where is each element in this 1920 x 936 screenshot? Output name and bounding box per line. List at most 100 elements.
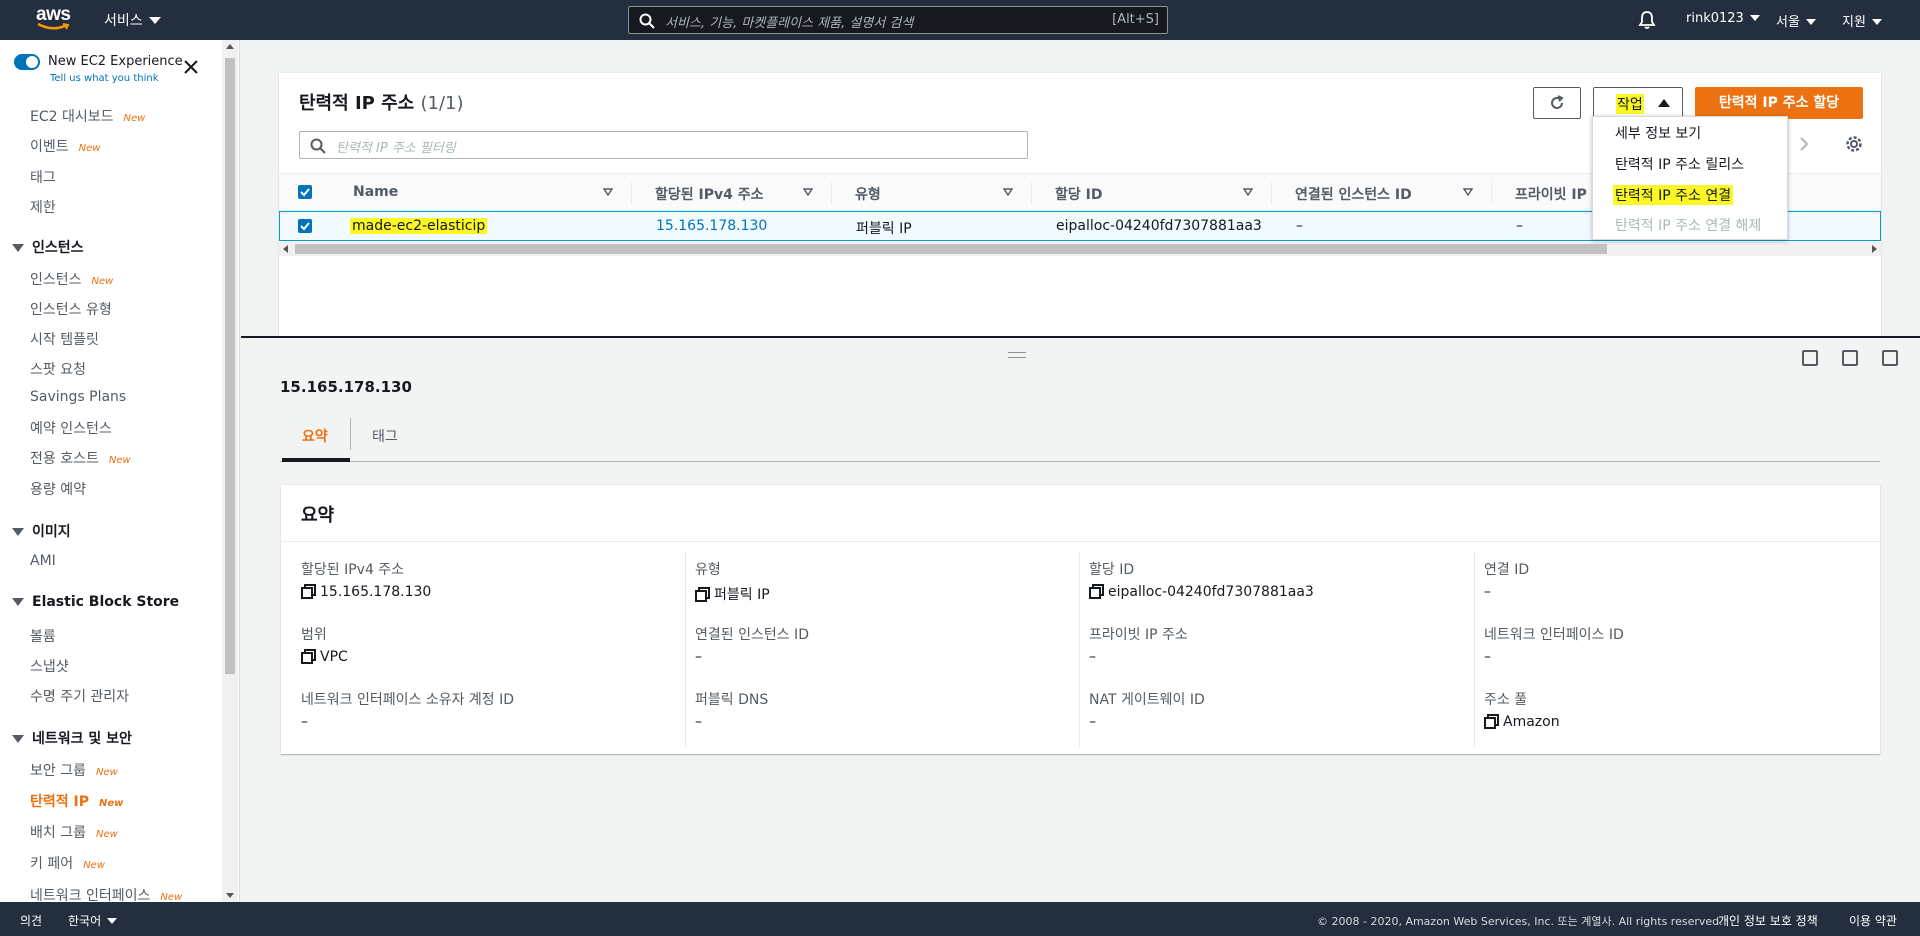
account-menu[interactable]: rink0123 <box>1686 11 1760 26</box>
sort-icon[interactable] <box>1243 188 1253 196</box>
actions-button[interactable]: 작업 <box>1593 87 1683 119</box>
column-header-name[interactable]: Name <box>353 184 398 200</box>
language-selector[interactable]: 한국어 <box>68 912 118 929</box>
sort-icon[interactable] <box>803 188 813 196</box>
sidebar-item-limits[interactable]: 제한 <box>30 197 56 217</box>
field-value-private-ip: – <box>1089 649 1096 665</box>
filter-input[interactable]: 탄력적 IP 주소 필터링 <box>299 131 1028 159</box>
copy-icon[interactable] <box>695 587 710 602</box>
refresh-button[interactable] <box>1533 87 1581 119</box>
field-label-public-dns: 퍼블릭 DNS <box>695 692 769 708</box>
terms-link[interactable]: 이용 약관 <box>1849 912 1897 929</box>
sidebar-section-images[interactable]: 이미지 <box>12 521 71 541</box>
scrollbar-thumb[interactable] <box>295 244 1607 254</box>
scroll-up-icon[interactable] <box>226 44 234 49</box>
column-header-instance-id[interactable]: 연결된 인스턴스 ID <box>1295 184 1412 204</box>
sort-icon[interactable] <box>1463 188 1473 196</box>
sidebar-scrollbar[interactable] <box>222 40 238 902</box>
summary-title: 요약 <box>301 505 335 526</box>
search-input[interactable]: 서비스, 기능, 마켓플레이스 제품, 설명서 검색 [Alt+S] <box>628 6 1168 34</box>
sidebar-item-network-interfaces[interactable]: 네트워크 인터페이스 New <box>30 885 182 902</box>
sidebar-item-key-pairs[interactable]: 키 페어 New <box>30 853 105 873</box>
new-badge: New <box>98 798 124 809</box>
layout-bottom-panel-icon[interactable] <box>1802 350 1818 366</box>
panel-splitter[interactable] <box>241 336 1920 338</box>
sidebar-item-security-groups[interactable]: 보안 그룹 New <box>30 760 118 780</box>
settings-gear-icon[interactable] <box>1845 135 1863 153</box>
privacy-policy-link[interactable]: 개인 정보 보호 정책 <box>1718 912 1818 929</box>
row-checkbox[interactable] <box>298 219 312 233</box>
footer: 의견 한국어 © 2008 - 2020, Amazon Web Service… <box>0 902 1920 936</box>
sidebar-section-ebs[interactable]: Elastic Block Store <box>12 594 179 610</box>
sidebar-item-launch-templates[interactable]: 시작 템플릿 <box>30 329 99 349</box>
sidebar-item-dedicated-hosts[interactable]: 전용 호스트 New <box>30 448 131 468</box>
sort-icon[interactable] <box>1003 188 1013 196</box>
cell-instance-id: – <box>1296 218 1303 234</box>
column-divider[interactable] <box>1271 182 1272 204</box>
menu-item-view-details[interactable]: 세부 정보 보기 <box>1615 123 1701 143</box>
sidebar-item-elastic-ips[interactable]: 탄력적 IP New <box>30 791 123 811</box>
layout-side-panel-icon[interactable] <box>1842 350 1858 366</box>
horizontal-scrollbar[interactable] <box>279 242 1881 256</box>
new-experience-toggle[interactable] <box>14 54 40 70</box>
copy-icon[interactable] <box>1484 714 1499 729</box>
tab-tags[interactable]: 태그 <box>372 426 398 446</box>
filter-placeholder: 탄력적 IP 주소 필터링 <box>336 141 456 156</box>
copy-icon[interactable] <box>1089 584 1104 599</box>
scrollbar-thumb[interactable] <box>225 58 235 674</box>
sidebar-item-lifecycle-manager[interactable]: 수명 주기 관리자 <box>30 686 129 706</box>
select-all-checkbox[interactable] <box>298 185 312 199</box>
copy-icon[interactable] <box>301 649 316 664</box>
sidebar-item-instance-types[interactable]: 인스턴스 유형 <box>30 299 112 319</box>
sidebar-item-instances[interactable]: 인스턴스 New <box>30 269 113 289</box>
menu-item-release-address[interactable]: 탄력적 IP 주소 릴리스 <box>1615 154 1744 174</box>
tab-summary[interactable]: 요약 <box>302 426 328 446</box>
column-divider[interactable] <box>1031 182 1032 204</box>
sidebar-item-ec2-dashboard[interactable]: EC2 대시보드 New <box>30 106 145 126</box>
sidebar-item-snapshots[interactable]: 스냅샷 <box>30 656 69 676</box>
field-value-address-pool: Amazon <box>1484 714 1560 730</box>
region-menu[interactable]: 서울 <box>1776 11 1816 30</box>
search-icon <box>310 138 326 154</box>
sidebar-item-reserved-instances[interactable]: 예약 인스턴스 <box>30 418 112 438</box>
resize-handle-icon[interactable] <box>1008 352 1026 358</box>
sidebar-item-ami[interactable]: AMI <box>30 553 56 569</box>
sort-icon[interactable] <box>603 188 613 196</box>
feedback-link[interactable]: Tell us what you think <box>50 73 159 84</box>
sidebar-item-capacity-reservations[interactable]: 용량 예약 <box>30 479 86 499</box>
sidebar-item-volumes[interactable]: 볼륨 <box>30 626 56 646</box>
scroll-right-icon[interactable] <box>1872 245 1877 253</box>
column-header-private-ip[interactable]: 프라이빗 IP <box>1515 184 1587 204</box>
notification-bell-icon[interactable] <box>1638 10 1656 30</box>
scroll-left-icon[interactable] <box>283 245 288 253</box>
sidebar-section-instances[interactable]: 인스턴스 <box>12 237 84 257</box>
sidebar-item-placement-groups[interactable]: 배치 그룹 New <box>30 822 118 842</box>
layout-full-panel-icon[interactable] <box>1882 350 1898 366</box>
column-header-allocation-id[interactable]: 할당 ID <box>1055 184 1102 204</box>
sidebar-item-spot-requests[interactable]: 스팟 요청 <box>30 359 86 379</box>
cell-ipv4-link[interactable]: 15.165.178.130 <box>656 218 767 234</box>
aws-smile-icon <box>37 22 70 30</box>
scroll-down-icon[interactable] <box>226 893 234 898</box>
sidebar-item-events[interactable]: 이벤트 New <box>30 136 100 156</box>
column-divider[interactable] <box>1491 182 1492 204</box>
next-page-icon[interactable] <box>1799 136 1809 152</box>
feedback-button[interactable]: 의견 <box>20 912 42 929</box>
support-menu[interactable]: 지원 <box>1842 11 1882 30</box>
column-divider[interactable] <box>831 182 832 204</box>
close-icon[interactable] <box>184 60 198 74</box>
column-header-ipv4[interactable]: 할당된 IPv4 주소 <box>655 184 764 204</box>
copy-icon[interactable] <box>301 584 316 599</box>
aws-logo[interactable]: aws <box>36 5 71 32</box>
column-header-type[interactable]: 유형 <box>855 184 881 204</box>
cell-allocation-id: eipalloc-04240fd7307881aa3 <box>1056 218 1262 234</box>
column-divider[interactable] <box>631 182 632 204</box>
services-menu[interactable]: 서비스 <box>104 10 161 30</box>
tab-divider <box>350 418 351 450</box>
allocate-elastic-ip-button[interactable]: 탄력적 IP 주소 할당 <box>1695 87 1863 119</box>
sidebar-item-savings-plans[interactable]: Savings Plans <box>30 389 126 405</box>
menu-item-associate-address[interactable]: 탄력적 IP 주소 연결 <box>1613 185 1734 205</box>
active-tab-indicator <box>282 458 350 462</box>
sidebar-section-network-security[interactable]: 네트워크 및 보안 <box>12 728 132 748</box>
sidebar-item-tags[interactable]: 태그 <box>30 167 56 187</box>
